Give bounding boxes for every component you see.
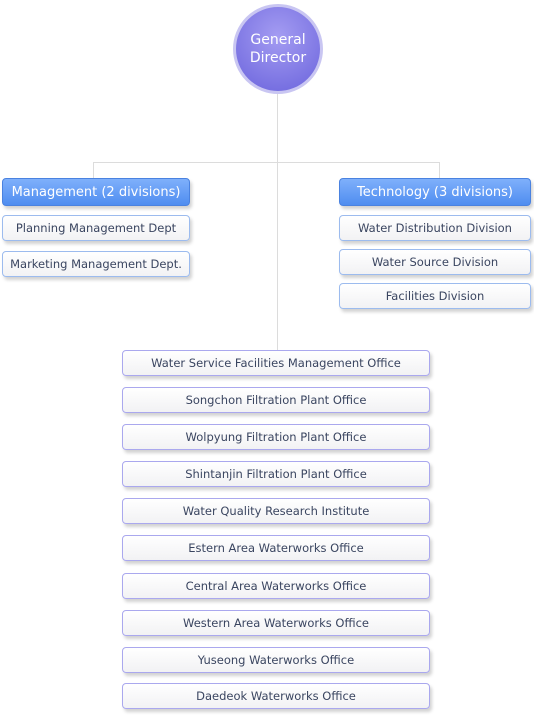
office-item[interactable]: Estern Area Waterworks Office: [122, 535, 430, 561]
office-item[interactable]: Yuseong Waterworks Office: [122, 647, 430, 673]
connector-horizontal: [93, 162, 440, 163]
technology-item[interactable]: Water Source Division: [339, 249, 531, 275]
management-item[interactable]: Planning Management Dept: [2, 215, 190, 241]
technology-item[interactable]: Water Distribution Division: [339, 215, 531, 241]
management-item[interactable]: Marketing Management Dept.: [2, 251, 190, 277]
director-line2: Director: [249, 50, 307, 66]
office-item[interactable]: Western Area Waterworks Office: [122, 610, 430, 636]
office-item[interactable]: Songchon Filtration Plant Office: [122, 387, 430, 413]
management-header[interactable]: Management (2 divisions): [2, 178, 190, 206]
office-item[interactable]: Water Service Facilities Management Offi…: [122, 350, 430, 376]
office-item[interactable]: Daedeok Waterworks Office: [122, 683, 430, 709]
technology-header[interactable]: Technology (3 divisions): [339, 178, 531, 206]
office-item[interactable]: Shintanjin Filtration Plant Office: [122, 461, 430, 487]
connector-vertical: [277, 92, 278, 350]
connector-right: [439, 162, 440, 178]
office-item[interactable]: Water Quality Research Institute: [122, 498, 430, 524]
technology-item[interactable]: Facilities Division: [339, 283, 531, 309]
general-director-node[interactable]: General Director: [233, 4, 323, 94]
office-item[interactable]: Wolpyung Filtration Plant Office: [122, 424, 430, 450]
connector-left: [93, 162, 94, 178]
director-line1: General: [250, 32, 306, 48]
office-item[interactable]: Central Area Waterworks Office: [122, 573, 430, 599]
